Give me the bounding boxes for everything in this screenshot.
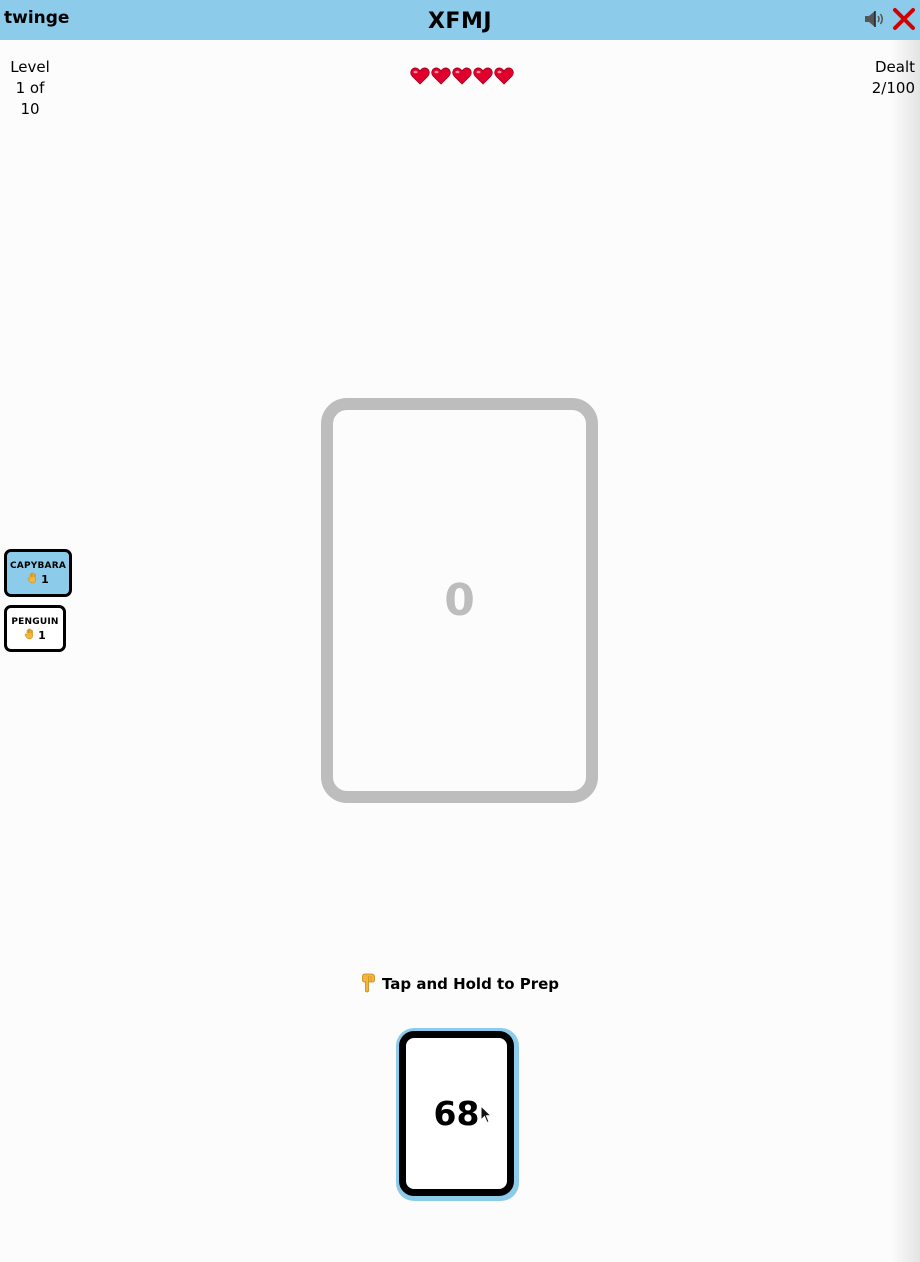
dealt-label: Dealt xyxy=(874,58,915,76)
pointing-down-icon xyxy=(362,973,375,993)
hand-card[interactable]: 68 xyxy=(396,1028,519,1201)
close-icon[interactable] xyxy=(892,7,916,31)
hand-card-face[interactable]: 68 xyxy=(399,1031,514,1196)
player-name: CAPYBARA xyxy=(9,561,66,571)
player-chip-capybara[interactable]: CAPYBARA 1 xyxy=(4,549,72,597)
level-label: Level xyxy=(10,58,50,76)
player-count: 1 xyxy=(38,629,46,642)
prep-prompt: Tap and Hold to Prep xyxy=(0,973,920,993)
player-count: 1 xyxy=(41,573,49,586)
game-title: XFMJ xyxy=(427,9,493,34)
hand-card-value: 68 xyxy=(433,1094,480,1133)
heart-icon xyxy=(410,67,430,85)
level-value: 1 of 10 xyxy=(15,79,45,118)
player-count-row: 1 xyxy=(7,628,63,643)
dealt-indicator: Dealt 2/100 xyxy=(872,57,915,99)
raised-hand-icon xyxy=(27,572,37,584)
dealt-value: 2/100 xyxy=(871,79,915,97)
top-bar: twinge XFMJ xyxy=(0,0,920,40)
pile-card: 0 xyxy=(321,398,598,803)
player-count-row: 1 xyxy=(7,572,69,587)
heart-icon xyxy=(431,67,451,85)
pile-card-value: 0 xyxy=(444,575,475,626)
heart-icon xyxy=(473,67,493,85)
right-edge-shadow xyxy=(890,40,920,1262)
prompt-text: Tap and Hold to Prep xyxy=(381,975,560,993)
raised-hand-icon xyxy=(24,628,34,640)
speaker-icon[interactable] xyxy=(863,8,885,30)
player-chip-penguin[interactable]: PENGUIN 1 xyxy=(4,605,66,652)
heart-icon xyxy=(494,67,514,85)
player-name: PENGUIN xyxy=(11,617,59,627)
level-indicator: Level 1 of 10 xyxy=(4,57,56,120)
heart-icon xyxy=(452,67,472,85)
lives-hearts xyxy=(410,66,514,86)
